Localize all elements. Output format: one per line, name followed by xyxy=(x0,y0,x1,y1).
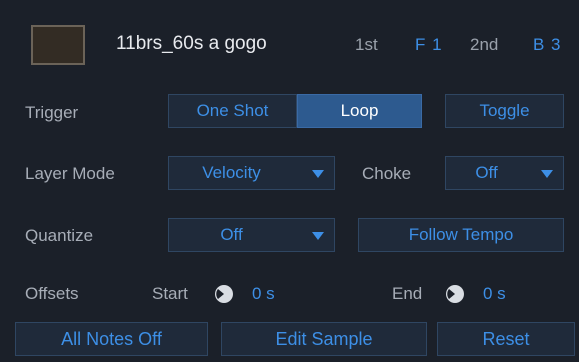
trigger-label: Trigger xyxy=(25,103,79,122)
quantize-label: Quantize xyxy=(25,226,94,245)
layer-mode-label: Layer Mode xyxy=(25,164,115,183)
follow-tempo-button[interactable]: Follow Tempo xyxy=(358,218,564,252)
start-offset-label: Start xyxy=(152,284,188,303)
choke-dropdown[interactable]: Off xyxy=(445,156,564,190)
choke-value: Off xyxy=(475,163,498,182)
first-note-value[interactable]: F 1 xyxy=(415,35,443,55)
pad-color-swatch[interactable] xyxy=(31,25,85,65)
end-offset-knob-icon[interactable] xyxy=(445,284,465,304)
start-offset-value[interactable]: 0 s xyxy=(252,284,275,304)
offsets-label: Offsets xyxy=(25,284,79,303)
second-note-label: 2nd xyxy=(470,35,499,54)
second-note-value[interactable]: B 3 xyxy=(533,35,562,55)
quantize-value: Off xyxy=(220,225,243,244)
trigger-one-shot-button[interactable]: One Shot xyxy=(168,94,297,128)
layer-mode-value: Velocity xyxy=(202,163,261,182)
quantize-dropdown[interactable]: Off xyxy=(168,218,335,252)
chevron-down-icon xyxy=(312,170,324,178)
sample-title: 11brs_60s a gogo xyxy=(116,33,267,54)
choke-label: Choke xyxy=(362,164,412,183)
start-offset-knob-icon[interactable] xyxy=(214,284,234,304)
chevron-down-icon xyxy=(312,232,324,240)
end-offset-label: End xyxy=(392,284,423,303)
layer-mode-dropdown[interactable]: Velocity xyxy=(168,156,335,190)
all-notes-off-button[interactable]: All Notes Off xyxy=(15,322,208,356)
reset-button[interactable]: Reset xyxy=(437,322,575,356)
trigger-loop-button[interactable]: Loop xyxy=(297,94,422,128)
chevron-down-icon xyxy=(541,170,553,178)
pad-settings-panel: 11brs_60s a gogo 1st F 1 2nd B 3 Trigger… xyxy=(0,0,579,362)
edit-sample-button[interactable]: Edit Sample xyxy=(221,322,427,356)
first-note-label: 1st xyxy=(355,35,378,54)
trigger-toggle-button[interactable]: Toggle xyxy=(445,94,564,128)
end-offset-value[interactable]: 0 s xyxy=(483,284,506,304)
